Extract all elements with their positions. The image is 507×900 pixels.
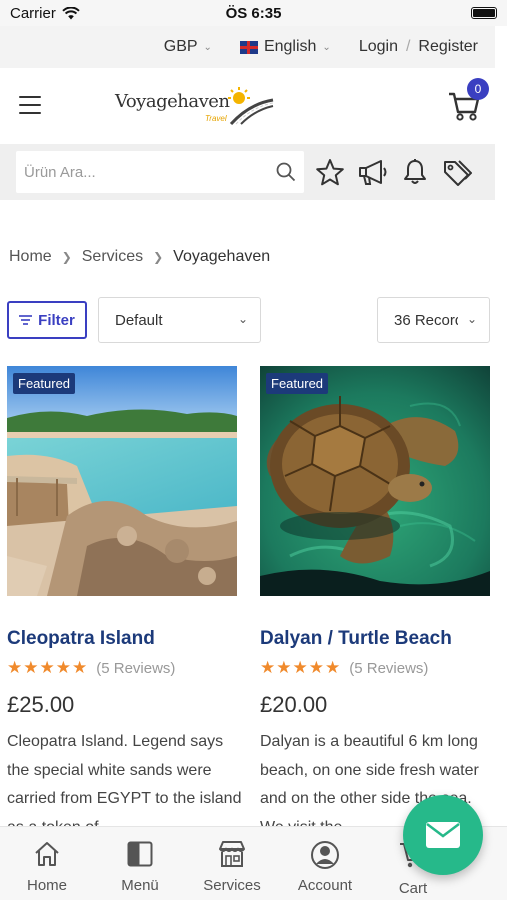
beach-photo — [7, 366, 237, 596]
breadcrumb: Home ❯ Services ❯ Voyagehaven — [9, 248, 270, 266]
filter-label: Filter — [38, 311, 75, 329]
product-rating: ★ ★ ★ ★ ★ (5 Reviews) — [7, 658, 175, 678]
star-rating-icon: ★ — [276, 658, 292, 677]
featured-badge: Featured — [13, 373, 76, 394]
sort-select[interactable]: Default ⌄ — [98, 297, 261, 343]
status-bar: Carrier ÖS 6:35 — [0, 0, 507, 26]
status-time: ÖS 6:35 — [225, 5, 282, 22]
search-box — [16, 151, 304, 193]
star-rating-icon: ★ — [325, 658, 341, 677]
star-rating-icon: ★ — [308, 658, 324, 677]
turtle-photo — [260, 366, 490, 596]
currency-value: GBP — [163, 38, 198, 55]
nav-home-label: Home — [26, 877, 67, 894]
uk-flag-icon — [239, 40, 258, 54]
featured-badge: Featured — [266, 373, 329, 394]
product-image[interactable]: Featured — [260, 366, 490, 596]
breadcrumb-home[interactable]: Home — [9, 248, 52, 266]
star-rating-icon: ★ — [292, 658, 308, 677]
star-rating-icon: ★ — [72, 658, 88, 677]
breadcrumb-services[interactable]: Services — [82, 248, 143, 266]
account-icon — [311, 841, 339, 869]
auth-links: Login / Register — [359, 38, 478, 56]
megaphone-icon[interactable] — [357, 158, 389, 186]
chevron-right-icon: ❯ — [61, 250, 72, 264]
home-icon — [35, 842, 59, 866]
records-select[interactable]: 36 Records ⌄ — [377, 297, 490, 343]
nav-services-label: Services — [203, 877, 261, 894]
top-utility-bar: GBP ⌄ English ⌄ Login / Register — [0, 26, 495, 68]
review-count[interactable]: (5 Reviews) — [96, 660, 175, 677]
nav-home[interactable]: Home — [2, 827, 92, 900]
search-icon[interactable] — [276, 162, 296, 182]
currency-selector[interactable]: GBP ⌄ — [164, 38, 212, 56]
contact-mail-button[interactable] — [403, 795, 483, 875]
language-value: English — [263, 38, 317, 55]
nav-account-label: Account — [297, 877, 353, 894]
envelope-icon — [426, 822, 460, 848]
product-title[interactable]: Dalyan / Turtle Beach — [260, 628, 452, 650]
sort-value: Default — [115, 311, 163, 329]
logo-text: Voyagehaven — [115, 91, 230, 112]
star-rating-icon: ★ — [39, 658, 55, 677]
chevron-down-icon: ⌄ — [466, 312, 477, 326]
star-rating-icon: ★ — [7, 658, 23, 677]
auth-separator: / — [405, 38, 411, 55]
product-title[interactable]: Cleopatra Island — [7, 628, 155, 650]
search-input[interactable] — [16, 151, 266, 193]
tag-icon[interactable] — [442, 158, 472, 186]
chevron-down-icon: ⌄ — [322, 41, 331, 53]
nav-menu-label: Menü — [121, 877, 159, 894]
filter-lines-icon — [19, 315, 33, 325]
store-icon — [219, 841, 245, 867]
records-value: 36 Records — [394, 311, 458, 329]
login-link[interactable]: Login — [359, 38, 398, 56]
review-count[interactable]: (5 Reviews) — [349, 660, 428, 677]
register-link[interactable]: Register — [418, 38, 478, 56]
nav-cart-label: Cart — [398, 880, 428, 897]
nav-account[interactable]: Account — [280, 827, 370, 900]
battery-icon — [471, 7, 497, 19]
chevron-right-icon: ❯ — [153, 250, 164, 264]
logo-tagline: Travel — [205, 114, 227, 123]
site-logo[interactable]: Voyagehaven Travel — [115, 86, 275, 126]
star-icon[interactable] — [315, 158, 345, 186]
star-rating-icon: ★ — [260, 658, 276, 677]
site-header: Voyagehaven Travel 0 — [0, 68, 495, 142]
product-price: £20.00 — [260, 692, 328, 717]
nav-services[interactable]: Services — [187, 827, 277, 900]
product-description: Cleopatra Island. Legend says the specia… — [7, 733, 242, 828]
logo-sun-road-icon — [228, 87, 274, 126]
bell-icon[interactable] — [402, 158, 428, 186]
search-bar-section — [0, 144, 495, 200]
star-rating-icon: ★ — [23, 658, 39, 677]
chevron-down-icon: ⌄ — [237, 312, 248, 326]
star-rating-icon: ★ — [55, 658, 71, 677]
filter-button[interactable]: Filter — [7, 301, 87, 339]
menu-panel-icon — [127, 841, 153, 867]
cart-count-badge: 0 — [467, 78, 489, 100]
chevron-down-icon: ⌄ — [203, 41, 212, 53]
product-image[interactable]: Featured — [7, 366, 237, 596]
breadcrumb-current: Voyagehaven — [173, 248, 271, 265]
language-selector[interactable]: English ⌄ — [239, 38, 331, 56]
product-rating: ★ ★ ★ ★ ★ (5 Reviews) — [260, 658, 428, 678]
hamburger-menu-icon[interactable] — [19, 96, 41, 114]
product-price: £25.00 — [7, 692, 75, 717]
nav-menu[interactable]: Menü — [95, 827, 185, 900]
